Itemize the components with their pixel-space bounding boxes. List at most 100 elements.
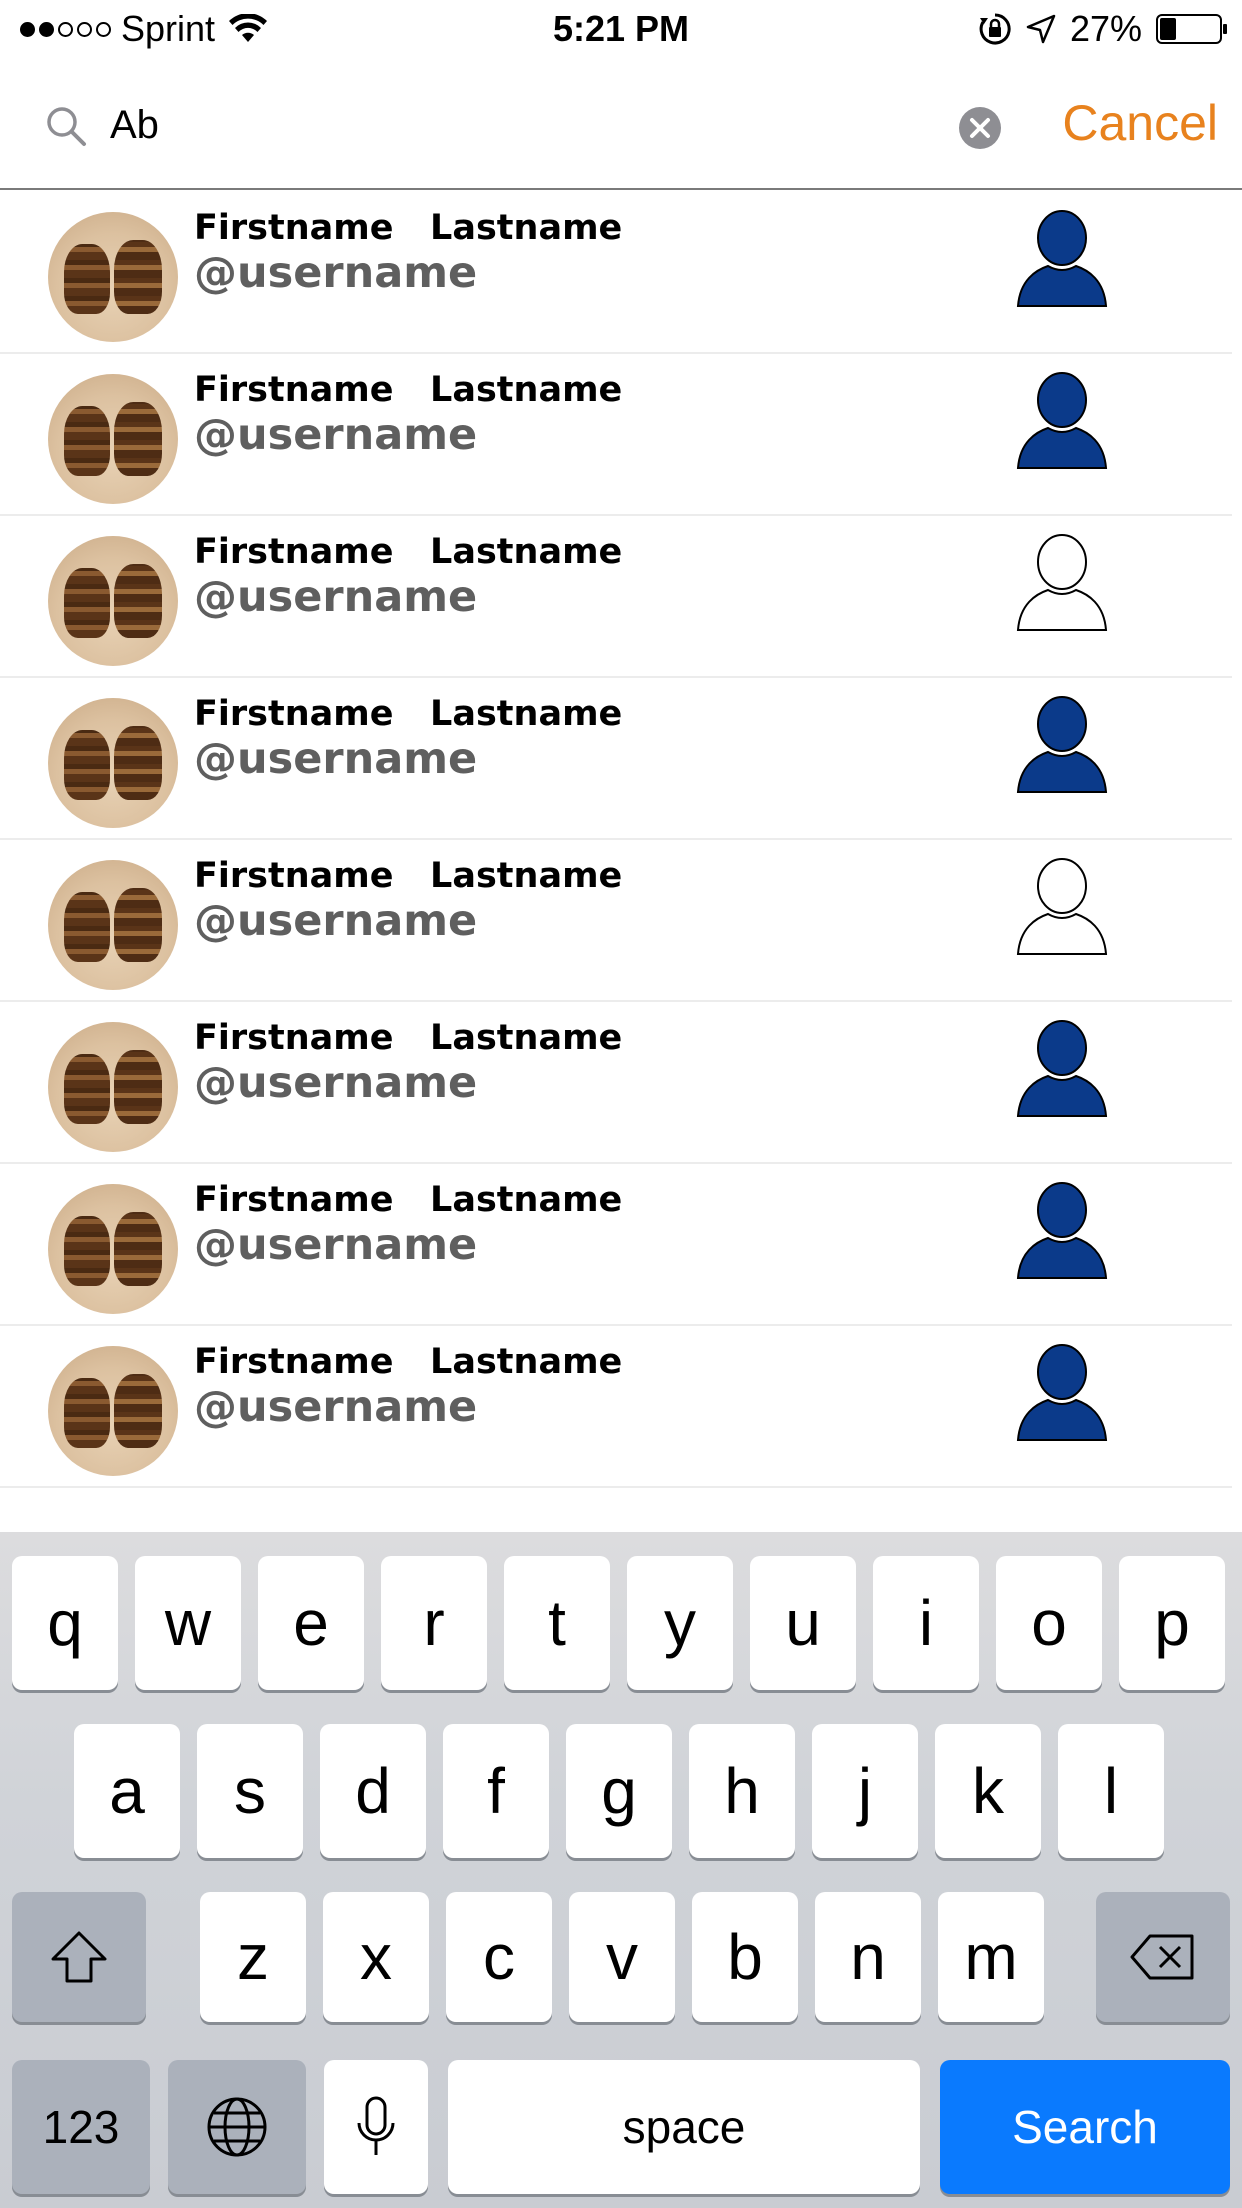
- cancel-button[interactable]: Cancel: [1062, 94, 1218, 152]
- key-m[interactable]: m: [938, 1892, 1044, 2022]
- key-n[interactable]: n: [815, 1892, 921, 2022]
- search-result-row[interactable]: Firstname Lastname @username: [0, 1164, 1232, 1326]
- globe-icon: [207, 2097, 267, 2157]
- search-result-row[interactable]: Firstname Lastname @username: [0, 1326, 1232, 1488]
- avatar: [48, 212, 178, 342]
- key-b[interactable]: b: [692, 1892, 798, 2022]
- last-name: Lastname: [430, 694, 623, 734]
- search-result-row[interactable]: Firstname Lastname @username: [0, 354, 1232, 516]
- key-r[interactable]: r: [381, 1556, 487, 1690]
- last-name: Lastname: [430, 1180, 623, 1220]
- space-key[interactable]: space: [448, 2060, 920, 2194]
- search-key[interactable]: Search: [940, 2060, 1230, 2194]
- microphone-icon: [357, 2096, 395, 2155]
- key-t[interactable]: t: [504, 1556, 610, 1690]
- first-name: Firstname: [194, 1018, 394, 1058]
- dictation-key[interactable]: [324, 2060, 428, 2194]
- first-name: Firstname: [194, 1180, 394, 1220]
- following-person-icon[interactable]: [1010, 1180, 1114, 1284]
- full-name: Firstname Lastname: [194, 1342, 622, 1382]
- status-bar: Sprint 5:21 PM 27%: [0, 0, 1242, 62]
- full-name: Firstname Lastname: [194, 370, 622, 410]
- key-k[interactable]: k: [935, 1724, 1041, 1858]
- username: @username: [194, 572, 478, 622]
- following-person-icon[interactable]: [1010, 694, 1114, 798]
- following-person-icon[interactable]: [1010, 370, 1114, 474]
- delete-key[interactable]: [1096, 1892, 1230, 2022]
- username: @username: [194, 1382, 478, 1432]
- first-name: Firstname: [194, 532, 394, 572]
- key-x[interactable]: x: [323, 1892, 429, 2022]
- search-icon: [47, 107, 86, 146]
- search-result-row[interactable]: Firstname Lastname @username: [0, 516, 1232, 678]
- key-c[interactable]: c: [446, 1892, 552, 2022]
- key-s[interactable]: s: [197, 1724, 303, 1858]
- key-v[interactable]: v: [569, 1892, 675, 2022]
- battery-icon: [1156, 14, 1227, 44]
- username: @username: [194, 734, 478, 784]
- last-name: Lastname: [430, 208, 623, 248]
- avatar: [48, 374, 178, 504]
- last-name: Lastname: [430, 370, 623, 410]
- key-o[interactable]: o: [996, 1556, 1102, 1690]
- last-name: Lastname: [430, 1342, 623, 1382]
- username: @username: [194, 1058, 478, 1108]
- search-result-row[interactable]: Firstname Lastname @username: [0, 678, 1232, 840]
- avatar: [48, 1022, 178, 1152]
- shift-arrow-icon: [51, 1931, 107, 1983]
- key-d[interactable]: d: [320, 1724, 426, 1858]
- avatar: [48, 536, 178, 666]
- key-p[interactable]: p: [1119, 1556, 1225, 1690]
- avatar: [48, 698, 178, 828]
- full-name: Firstname Lastname: [194, 208, 622, 248]
- key-f[interactable]: f: [443, 1724, 549, 1858]
- key-z[interactable]: z: [200, 1892, 306, 2022]
- full-name: Firstname Lastname: [194, 856, 622, 896]
- location-arrow-icon: [1026, 14, 1056, 44]
- following-person-icon[interactable]: [1010, 1342, 1114, 1446]
- following-person-icon[interactable]: [1010, 1018, 1114, 1122]
- globe-key[interactable]: [168, 2060, 306, 2194]
- follow-person-icon[interactable]: [1010, 856, 1114, 960]
- status-right: 27%: [978, 8, 1228, 50]
- rotation-lock-icon: [979, 13, 1011, 45]
- search-result-row[interactable]: Firstname Lastname @username: [0, 1002, 1232, 1164]
- last-name: Lastname: [430, 856, 623, 896]
- key-i[interactable]: i: [873, 1556, 979, 1690]
- full-name: Firstname Lastname: [194, 1180, 622, 1220]
- username: @username: [194, 248, 478, 298]
- battery-percent: 27%: [1069, 8, 1142, 49]
- avatar: [48, 860, 178, 990]
- first-name: Firstname: [194, 856, 394, 896]
- last-name: Lastname: [430, 1018, 623, 1058]
- clear-search-icon[interactable]: [958, 106, 1002, 150]
- follow-person-icon[interactable]: [1010, 532, 1114, 636]
- numbers-key[interactable]: 123: [12, 2060, 150, 2194]
- first-name: Firstname: [194, 208, 394, 248]
- key-w[interactable]: w: [135, 1556, 241, 1690]
- shift-key[interactable]: [12, 1892, 146, 2022]
- key-q[interactable]: q: [12, 1556, 118, 1690]
- following-person-icon[interactable]: [1010, 208, 1114, 312]
- search-result-row[interactable]: Firstname Lastname @username: [0, 192, 1232, 354]
- full-name: Firstname Lastname: [194, 694, 622, 734]
- key-a[interactable]: a: [74, 1724, 180, 1858]
- search-result-row[interactable]: Firstname Lastname @username: [0, 840, 1232, 1002]
- key-l[interactable]: l: [1058, 1724, 1164, 1858]
- key-u[interactable]: u: [750, 1556, 856, 1690]
- key-e[interactable]: e: [258, 1556, 364, 1690]
- key-h[interactable]: h: [689, 1724, 795, 1858]
- avatar: [48, 1346, 178, 1476]
- key-j[interactable]: j: [812, 1724, 918, 1858]
- avatar: [48, 1184, 178, 1314]
- key-y[interactable]: y: [627, 1556, 733, 1690]
- first-name: Firstname: [194, 694, 394, 734]
- key-g[interactable]: g: [566, 1724, 672, 1858]
- search-input[interactable]: [110, 92, 930, 158]
- username: @username: [194, 896, 478, 946]
- search-header: Cancel: [0, 62, 1242, 190]
- search-results-list: Firstname Lastname @username Firstname L…: [0, 192, 1242, 1488]
- first-name: Firstname: [194, 1342, 394, 1382]
- keyboard: 123 space Search qwertyuiop asdfghjkl zxcv…: [0, 1532, 1242, 2208]
- full-name: Firstname Lastname: [194, 1018, 622, 1058]
